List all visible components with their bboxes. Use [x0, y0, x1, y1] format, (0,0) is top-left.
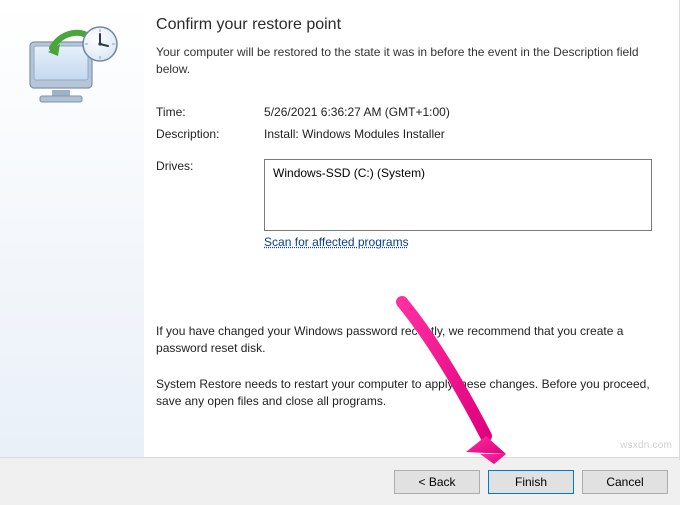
watermark: wsxdn.com: [620, 440, 672, 451]
description-value: Install: Windows Modules Installer: [264, 127, 652, 141]
cancel-button[interactable]: Cancel: [582, 470, 668, 494]
scan-affected-programs-link[interactable]: Scan for affected programs: [264, 235, 409, 249]
drives-label: Drives:: [156, 159, 256, 173]
finish-button[interactable]: Finish: [488, 470, 574, 494]
wizard-main: Confirm your restore point Your computer…: [144, 0, 680, 457]
drives-listbox[interactable]: Windows-SSD (C:) (System): [264, 159, 652, 231]
description-label: Description:: [156, 127, 256, 141]
restart-note: System Restore needs to restart your com…: [156, 376, 652, 411]
drives-item[interactable]: Windows-SSD (C:) (System): [273, 166, 643, 180]
wizard-sidebar: [0, 0, 144, 457]
page-subtitle: Your computer will be restored to the st…: [156, 44, 652, 79]
page-title: Confirm your restore point: [156, 16, 652, 34]
time-label: Time:: [156, 105, 256, 119]
back-button[interactable]: < Back: [394, 470, 480, 494]
system-restore-icon: [24, 24, 124, 114]
wizard-footer: < Back Finish Cancel: [0, 457, 680, 505]
password-note: If you have changed your Windows passwor…: [156, 323, 652, 358]
time-value: 5/26/2021 6:36:27 AM (GMT+1:00): [264, 105, 652, 119]
